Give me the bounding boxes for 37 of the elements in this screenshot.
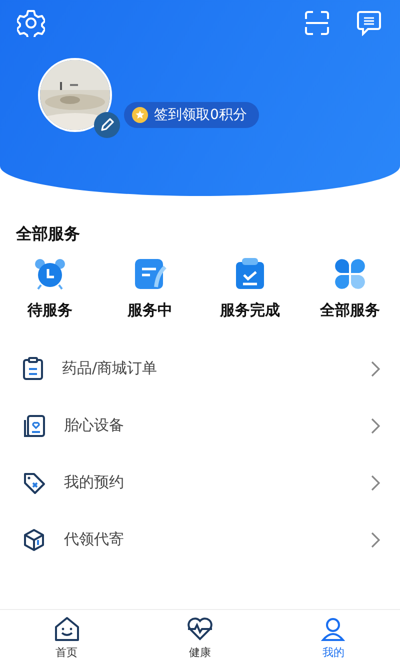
star-coin-icon xyxy=(132,107,148,123)
tab[interactable]: 我的 xyxy=(266,610,400,666)
clipboard-icon xyxy=(22,356,44,380)
service-item[interactable]: 服务完成 xyxy=(200,257,300,320)
menu-item[interactable]: 代领代寄 xyxy=(0,511,400,568)
chat-bubble-icon xyxy=(356,10,382,36)
chevron-right-icon xyxy=(371,474,380,490)
clipboard-check-icon xyxy=(233,257,267,291)
chevron-right-icon xyxy=(371,418,380,434)
service-item[interactable]: 服务中 xyxy=(100,257,200,320)
smiling-house-icon xyxy=(54,616,80,642)
sign-in-button[interactable]: 签到领取0积分 xyxy=(124,102,259,128)
clover-icon xyxy=(333,257,367,291)
heart-monitor-icon xyxy=(22,414,46,438)
menu-item[interactable]: 胎心设备 xyxy=(0,397,400,454)
scan-icon xyxy=(304,10,330,36)
chevron-right-icon xyxy=(371,360,380,376)
settings-icon xyxy=(17,9,45,37)
service-item[interactable]: 待服务 xyxy=(0,257,100,320)
chevron-right-icon xyxy=(371,532,380,548)
pencil-icon xyxy=(100,118,114,132)
note-icon xyxy=(133,257,167,291)
alarm-clock-icon xyxy=(33,257,67,291)
tab[interactable]: 健康 xyxy=(133,610,267,666)
person-icon xyxy=(320,616,346,642)
settings-button[interactable] xyxy=(16,8,46,38)
menu-item[interactable]: 我的预约 xyxy=(0,454,400,511)
tag-icon xyxy=(22,470,46,494)
scan-button[interactable] xyxy=(302,8,332,38)
package-icon xyxy=(22,528,46,552)
tab[interactable]: 首页 xyxy=(0,610,134,666)
section-title: 全部服务 xyxy=(16,224,81,245)
menu-item[interactable]: 药品/商城订单 xyxy=(0,340,400,397)
heartbeat-icon xyxy=(186,616,214,642)
edit-avatar-button[interactable] xyxy=(94,112,120,138)
message-button[interactable] xyxy=(354,8,384,38)
service-item[interactable]: 全部服务 xyxy=(300,257,400,320)
